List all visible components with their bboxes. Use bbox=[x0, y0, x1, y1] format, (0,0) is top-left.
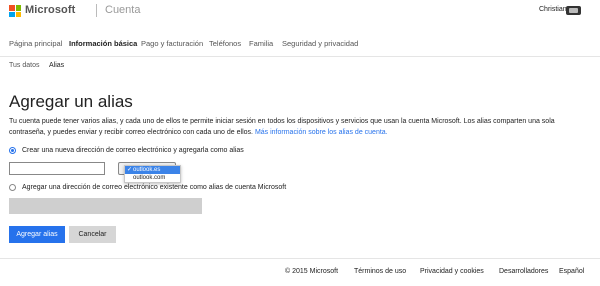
nav-home[interactable]: Página principal bbox=[9, 39, 62, 48]
radio-create-new[interactable] bbox=[9, 147, 16, 154]
footer-privacy-link[interactable]: Privacidad y cookies bbox=[420, 268, 484, 275]
domain-option-outlook-es[interactable]: ✓outlook.es bbox=[125, 166, 180, 174]
product-name[interactable]: Cuenta bbox=[105, 4, 140, 16]
add-alias-button[interactable]: Agregar alias bbox=[9, 226, 65, 243]
cancel-button[interactable]: Cancelar bbox=[69, 226, 116, 243]
domain-option-outlook-com[interactable]: outlook.com bbox=[125, 174, 180, 182]
page-description: Tu cuenta puede tener varios alias, y ca… bbox=[9, 117, 591, 138]
page-title: Agregar un alias bbox=[9, 92, 133, 111]
footer-divider bbox=[0, 258, 600, 259]
footer-terms-link[interactable]: Términos de uso bbox=[354, 268, 406, 275]
header-divider bbox=[96, 4, 97, 17]
more-info-link[interactable]: Más información sobre los alias de cuent… bbox=[255, 129, 388, 136]
existing-label[interactable]: Agregar una dirección de correo electrón… bbox=[22, 184, 286, 191]
footer-copyright: © 2015 Microsoft bbox=[285, 268, 339, 275]
subnav-alias[interactable]: Alias bbox=[49, 62, 64, 69]
nav-security-privacy[interactable]: Seguridad y privacidad bbox=[282, 39, 358, 48]
subnav-your-info[interactable]: Tus datos bbox=[9, 62, 39, 69]
create-new-label[interactable]: Crear una nueva dirección de correo elec… bbox=[22, 147, 244, 154]
existing-email-input bbox=[9, 198, 202, 214]
nav-family[interactable]: Familia bbox=[249, 39, 273, 48]
user-name[interactable]: Christian bbox=[539, 6, 567, 13]
domain-dropdown-list: ✓outlook.es outlook.com bbox=[124, 165, 181, 183]
nav-basic-info[interactable]: Información básica bbox=[69, 39, 137, 48]
brand-name[interactable]: Microsoft bbox=[25, 4, 75, 16]
alias-input[interactable] bbox=[9, 162, 105, 175]
footer-language-link[interactable]: Español bbox=[559, 268, 584, 275]
radio-existing[interactable] bbox=[9, 184, 16, 191]
nav-payment-billing[interactable]: Pago y facturación bbox=[141, 39, 203, 48]
avatar[interactable] bbox=[566, 6, 581, 15]
nav-divider bbox=[0, 56, 600, 57]
footer-developers-link[interactable]: Desarrolladores bbox=[499, 268, 548, 275]
nav-phones[interactable]: Teléfonos bbox=[209, 39, 241, 48]
microsoft-logo-icon[interactable] bbox=[9, 5, 21, 17]
